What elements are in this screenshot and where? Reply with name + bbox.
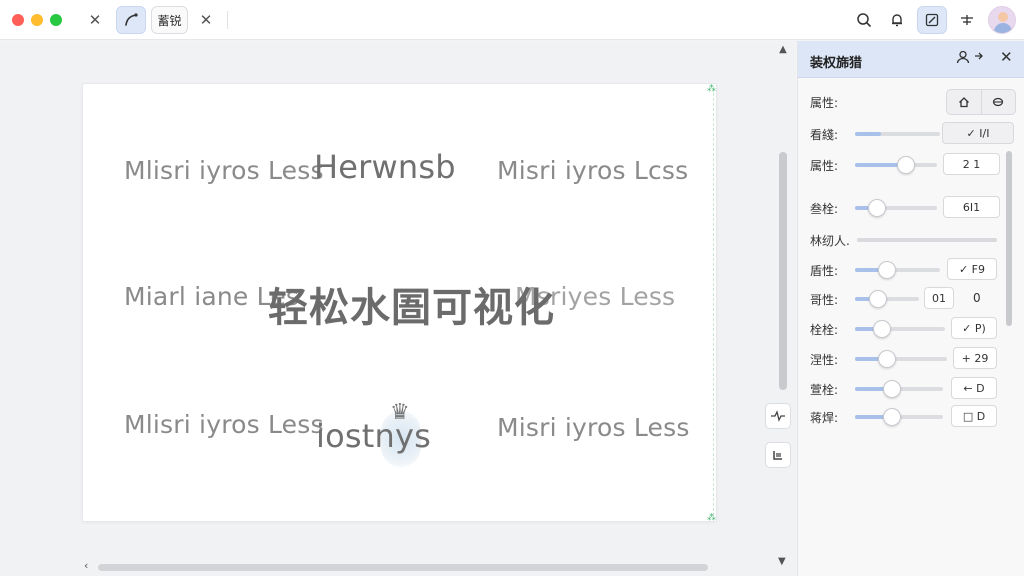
edit-icon[interactable] [917,6,947,34]
slider-knob[interactable] [878,350,896,368]
search-icon[interactable] [849,6,879,34]
scroll-left-icon[interactable]: ‹ [84,559,88,572]
user-icon[interactable] [956,50,970,68]
close-icon[interactable]: ✕ [1000,48,1013,66]
property-row: 叁栓: 6I1 [810,195,1015,221]
close-icon[interactable]: ✕ [80,6,110,34]
slider-knob[interactable] [883,408,901,426]
corner-marker-icon: ⁂ [707,513,716,523]
toolbar-divider [227,11,228,29]
property-label: 属性: [810,159,839,173]
slider-knob[interactable] [897,156,915,174]
scroll-down-icon[interactable]: ▼ [778,556,786,567]
property-value[interactable]: 6I1 [943,196,1000,218]
property-value[interactable]: + 29 [953,347,997,369]
watermark-center-text: 轻松水圄可视化 [268,285,555,331]
panel-scrollbar[interactable] [1006,151,1012,326]
property-row: 属性: 2 1 [810,152,1015,178]
watermark-tile: Misri iyros Less [497,413,690,442]
vertical-scrollbar[interactable]: ▲ [776,44,790,394]
property-value[interactable]: 01 [924,287,954,309]
horizontal-scrollbar[interactable]: ‹ [84,559,774,573]
property-label: 萱栓: [810,383,839,397]
watermark-tile: Mlisri iyros Less [124,410,324,439]
watermark-tile: Herwnsb [314,148,456,186]
property-value[interactable]: ✓ P) [951,317,997,339]
property-slider[interactable] [855,380,943,398]
segmented-control[interactable] [946,89,1016,115]
watermark-tile: Mlisri iyros Less [124,156,324,185]
property-value[interactable]: ✓ I/I [942,122,1014,144]
properties-panel: 装权旆猎 ✕ 属性: 看綫: ✓ I/I 属性: 2 1 叁栓: 6I1 林纫人… [797,41,1024,576]
property-label: 哥性: [810,293,839,307]
property-label: 属性: [810,96,839,110]
tree-icon[interactable] [952,6,982,34]
watermark-tile: iostnys [316,417,431,455]
property-slider[interactable] [855,261,940,279]
watermark-tile: Misri iyros Lcss [497,156,689,185]
bell-icon[interactable] [882,6,912,34]
tab-document[interactable]: 蓄锐 [151,6,188,34]
slider-fill [855,132,881,136]
property-label: 盾性: [810,264,839,278]
slider-knob[interactable] [869,290,887,308]
property-row: 蒋焊: □ D [810,404,1015,430]
property-slider[interactable] [855,320,945,338]
artboard-guide [713,88,714,516]
slider-knob[interactable] [873,320,891,338]
property-value[interactable]: □ D [951,405,997,427]
property-row: 盾性: ✓ F9 [810,257,1015,283]
avatar-head [998,12,1008,22]
close-window-button[interactable] [12,14,24,26]
property-slider[interactable] [855,350,947,368]
layers-icon[interactable] [982,90,1016,114]
property-row: 栓栓: ✓ P) [810,316,1015,342]
property-slider[interactable] [857,238,997,242]
property-value[interactable]: 2 1 [943,153,1000,175]
property-row: 林纫人. [810,227,1015,253]
panel-header: 装权旆猎 ✕ [798,41,1024,78]
property-row: 看綫: ✓ I/I [810,121,1015,147]
maximize-window-button[interactable] [50,14,62,26]
property-row: 涅性: + 29 [810,346,1015,372]
property-label: 涅性: [810,353,839,367]
property-label: 栓栓: [810,323,839,337]
layout-icon[interactable] [765,442,791,468]
avatar-body [994,23,1012,33]
property-label: 看綫: [810,128,839,142]
property-slider[interactable] [855,199,937,217]
slider-knob[interactable] [878,261,896,279]
slider-knob[interactable] [883,380,901,398]
title-bar: ✕ 蓄锐 ✕ [0,0,1024,40]
external-icon[interactable] [973,50,985,66]
property-row: 萱栓: ← D [810,376,1015,402]
property-value[interactable]: ← D [951,377,997,399]
avatar[interactable] [988,6,1016,34]
property-row: 属性: [810,89,1016,115]
panel-title: 装权旆猎 [810,56,863,71]
property-slider[interactable] [855,132,940,136]
property-row: 哥性: 01 0 [810,286,1015,312]
property-slider[interactable] [855,408,943,426]
scroll-up-icon[interactable]: ▲ [776,44,790,55]
property-slider[interactable] [855,156,937,174]
property-label: 蒋焊: [810,411,839,425]
property-label: 林纫人. [810,234,850,248]
home-icon[interactable] [947,90,982,114]
slider-knob[interactable] [868,199,886,217]
close-icon[interactable]: ✕ [191,6,221,34]
property-label: 叁栓: [810,202,839,216]
property-extra-value: 0 [973,291,981,305]
property-slider[interactable] [855,290,919,308]
curve-tool-icon[interactable] [116,6,146,34]
scrollbar-thumb[interactable] [779,152,787,390]
scrollbar-thumb[interactable] [98,564,708,571]
property-value[interactable]: ✓ F9 [947,258,997,280]
waveform-icon[interactable] [765,403,791,429]
cursor-icon: ♛ [390,400,410,425]
tab-label: 蓄锐 [157,13,182,28]
minimize-window-button[interactable] [31,14,43,26]
corner-marker-icon: ⁂ [707,84,716,94]
